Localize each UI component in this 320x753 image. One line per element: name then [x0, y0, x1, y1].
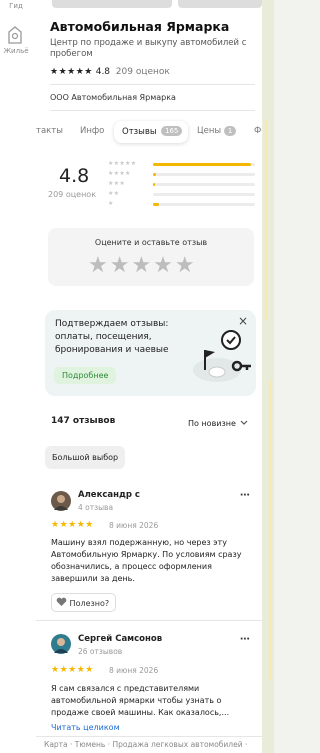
sort-dropdown[interactable]: По новизне	[188, 419, 248, 428]
tab-prices-badge: 1	[223, 126, 237, 136]
sort-label: По новизне	[188, 419, 236, 428]
review-author-meta: 26 отзывов	[78, 647, 123, 656]
tab-info[interactable]: Инфо	[80, 126, 104, 136]
photo-strip[interactable]	[40, 0, 262, 8]
rating-bar-fill	[153, 203, 160, 206]
header-rating[interactable]: ★★★★★ 4.8 209 оценок	[50, 67, 170, 77]
filter-chip[interactable]: Большой выбор	[45, 446, 126, 469]
rate-stars-input[interactable]: ★★★★★	[88, 253, 197, 278]
rating-bar-5	[153, 163, 255, 166]
page-title: Автомобильная Ярмарка	[50, 19, 230, 34]
tab-reviews-badge: 165	[161, 126, 183, 136]
breadcrumb-text[interactable]: Карта · Тюмень · Продажа легковых автомо…	[44, 740, 247, 749]
review-date: 8 июня 2026	[109, 666, 159, 675]
divider	[50, 84, 255, 85]
review-text: Я сам связался с представителями автомоб…	[51, 684, 230, 717]
star-row-2: ★★	[108, 190, 120, 197]
rating-bar-1	[153, 203, 255, 206]
rating-bar-fill	[153, 173, 157, 176]
photo-thumb[interactable]	[52, 0, 172, 8]
banner-text: Подтверждаем отзывы: оплаты, посещения, …	[55, 319, 169, 355]
review-date: 8 июня 2026	[109, 521, 159, 530]
rail-item-housing[interactable]: Жильё	[0, 47, 32, 55]
legal-entity-name: ООО Автомобильная Ярмарка	[50, 93, 176, 102]
housing-icon[interactable]	[8, 26, 22, 44]
tab-contacts[interactable]: такты	[36, 126, 63, 136]
more-details-button[interactable]: Подробнее	[54, 367, 117, 384]
tab-reviews[interactable]: Отзывы 165	[114, 121, 188, 143]
tab-reviews-label: Отзывы	[122, 127, 157, 137]
more-options-icon[interactable]: ⋯	[240, 634, 250, 645]
verified-reviews-banner: Подтверждаем отзывы: оплаты, посещения, …	[45, 310, 256, 396]
rating-bar-4	[153, 173, 255, 176]
rating-bar-2	[153, 193, 255, 196]
heart-icon	[56, 597, 67, 606]
chevron-down-icon	[241, 420, 248, 425]
review-stars: ★★★★★	[51, 520, 94, 530]
header-rating-count: 209 оценок	[115, 67, 170, 77]
verified-illustration-icon	[193, 330, 251, 382]
rail-item-guide[interactable]: Гид	[0, 2, 32, 10]
review-text: Машину взял подержанную, но через эту Ав…	[51, 538, 242, 583]
rating-count: 209 оценок	[48, 190, 97, 199]
photo-thumb[interactable]	[178, 0, 262, 8]
star-row-5: ★★★★★	[108, 160, 137, 167]
tab-photos[interactable]: Фо	[254, 126, 262, 136]
rating-bar-fill	[153, 163, 251, 166]
header-rating-value: 4.8	[95, 67, 111, 77]
review-author-meta: 4 отзыва	[78, 503, 114, 512]
tab-prices[interactable]: Цены 1	[197, 126, 237, 136]
tab-prices-label: Цены	[197, 126, 222, 136]
review-stars: ★★★★★	[51, 665, 94, 675]
rate-box-title: Оцените и оставьте отзыв	[94, 238, 208, 247]
rating-bar-fill	[153, 183, 156, 186]
review-author[interactable]: Александр с	[78, 490, 140, 500]
useful-label: Полезно?	[69, 599, 110, 608]
left-rail: Гид Жильё	[0, 0, 36, 753]
star-row-3: ★★★	[108, 180, 126, 187]
map-area[interactable]	[262, 0, 274, 753]
divider	[50, 110, 255, 111]
breadcrumb: Карта · Тюмень · Продажа легковых автомо…	[36, 736, 262, 753]
tab-bar: такты Инфо Отзывы 165 Цены 1 Фо	[36, 121, 262, 145]
read-more-link[interactable]: Читать целиком	[51, 723, 120, 732]
business-category: Центр по продаже и выкупу автомобилей с …	[50, 38, 247, 59]
avatar[interactable]	[51, 491, 71, 511]
star-row-4: ★★★★	[108, 170, 131, 177]
more-options-icon[interactable]: ⋯	[240, 490, 250, 501]
organization-panel: Автомобильная Ярмарка Центр по продаже и…	[36, 0, 262, 753]
reviews-count: 147 отзывов	[51, 416, 116, 426]
avatar[interactable]	[51, 634, 71, 654]
useful-button[interactable]: Полезно?	[51, 593, 117, 612]
review-author[interactable]: Сергей Самсонов	[78, 634, 162, 644]
rate-and-review-box: Оцените и оставьте отзыв ★★★★★	[48, 228, 254, 286]
rating-stars-icon: ★★★★★	[50, 67, 93, 77]
average-rating: 4.8	[59, 165, 90, 187]
rating-bar-3	[153, 183, 255, 186]
divider	[36, 620, 262, 621]
star-row-1: ★	[108, 200, 114, 207]
